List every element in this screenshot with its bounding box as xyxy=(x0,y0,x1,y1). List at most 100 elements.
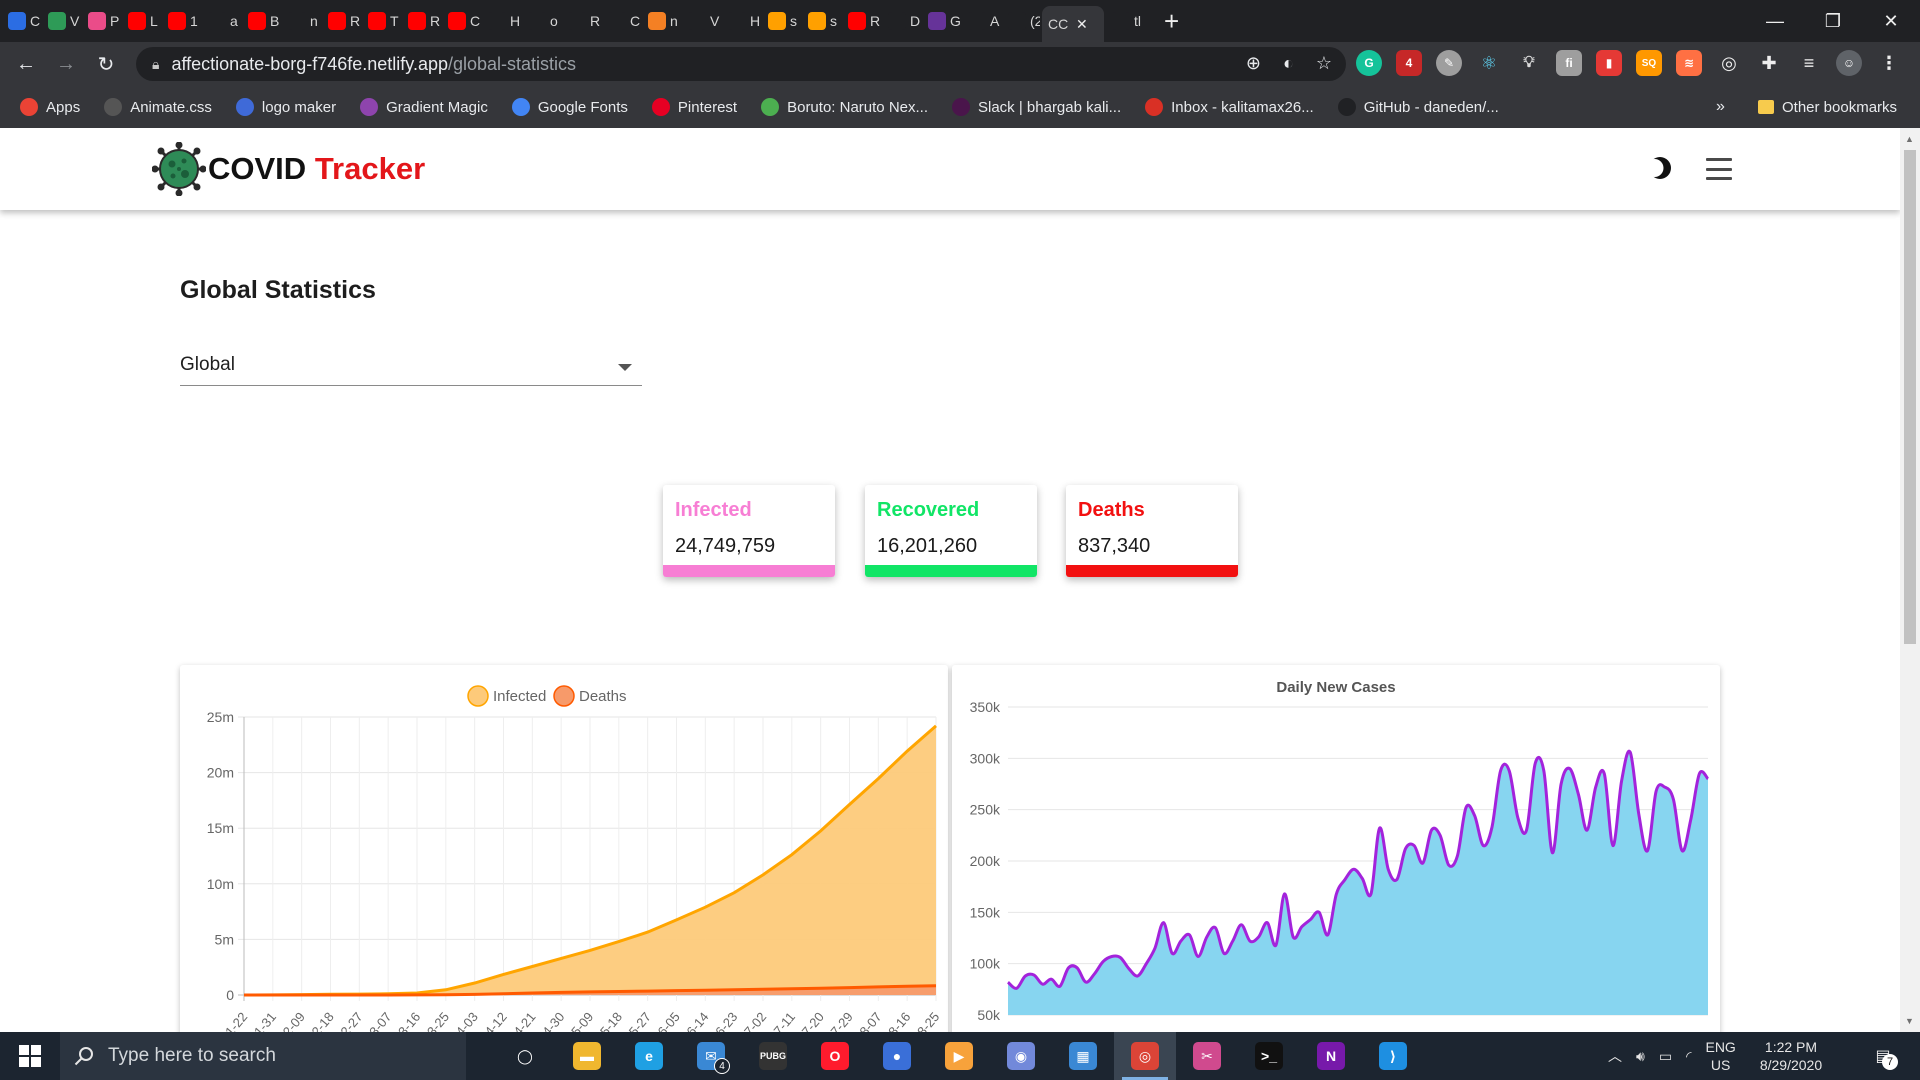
taskbar-app[interactable]: ● xyxy=(866,1032,928,1080)
taskbar-app[interactable]: ⟩ xyxy=(1362,1032,1424,1080)
target-icon[interactable]: ◎ xyxy=(1716,50,1742,76)
dark-mode-toggle-icon[interactable] xyxy=(1646,154,1674,182)
back-button[interactable]: ← xyxy=(8,46,44,82)
hamburger-menu-icon[interactable] xyxy=(1706,158,1732,180)
playlist-icon[interactable]: ≡ xyxy=(1796,50,1822,76)
boruto-icon xyxy=(761,98,780,116)
taskbar-app[interactable]: ✂ xyxy=(1176,1032,1238,1080)
profile-avatar-icon[interactable]: ☺ xyxy=(1836,50,1862,76)
browser-tab[interactable]: V xyxy=(682,6,720,36)
scroll-thumb[interactable] xyxy=(1904,150,1916,644)
browser-tab[interactable]: G xyxy=(922,6,960,36)
taskbar-search[interactable]: Type here to search xyxy=(60,1032,466,1080)
abp-icon[interactable]: 4 xyxy=(1396,50,1422,76)
browser-tab[interactable]: a xyxy=(202,6,240,36)
browser-tab[interactable]: A xyxy=(962,6,1000,36)
browser-tab[interactable]: D xyxy=(882,6,920,36)
bookmark-star-icon[interactable]: ☆ xyxy=(1316,53,1332,74)
restore-button[interactable]: ❐ xyxy=(1804,0,1862,42)
browser-tab[interactable]: n xyxy=(282,6,320,36)
browser-tab[interactable]: T xyxy=(362,6,400,36)
bookmark-item[interactable]: Inbox - kalitamax26... xyxy=(1145,98,1314,116)
taskbar-app[interactable]: O xyxy=(804,1032,866,1080)
new-tab-plus-icon[interactable]: + xyxy=(1164,6,1179,37)
country-select[interactable]: Global xyxy=(180,346,642,386)
taskbar-app[interactable]: ◎ xyxy=(1114,1032,1176,1080)
close-window-button[interactable]: ✕ xyxy=(1862,0,1920,42)
more-bookmarks-chevron-icon[interactable]: » xyxy=(1716,98,1725,116)
font-icon[interactable]: fi xyxy=(1556,50,1582,76)
browser-tab[interactable]: H xyxy=(722,6,760,36)
bookmark-item[interactable]: Slack | bhargab kali... xyxy=(952,98,1121,116)
other-bookmarks-folder[interactable]: Other bookmarks xyxy=(1758,99,1897,116)
taskbar-app[interactable]: ▶ xyxy=(928,1032,990,1080)
bookmark-item[interactable]: Boruto: Naruto Nex... xyxy=(761,98,928,116)
browser-tab[interactable]: (2 xyxy=(1002,6,1040,36)
browser-tab[interactable]: R xyxy=(842,6,880,36)
browser-tab[interactable]: R xyxy=(322,6,360,36)
layers-icon[interactable]: ≋ xyxy=(1676,50,1702,76)
forward-button[interactable]: → xyxy=(48,46,84,82)
browser-tab[interactable]: V xyxy=(42,6,80,36)
active-browser-tab[interactable]: CC ✕ xyxy=(1042,6,1104,42)
hide-eye-icon[interactable]: ◐ xyxy=(1283,53,1294,74)
bookmark-item[interactable]: GitHub - daneden/... xyxy=(1337,98,1499,116)
browser-tab[interactable]: C xyxy=(442,6,480,36)
install-app-icon[interactable]: ⊕ xyxy=(1246,53,1261,74)
bookmark-item[interactable]: Gradient Magic xyxy=(360,98,488,116)
tray-chevron-up-icon[interactable]: ︿ xyxy=(1608,1046,1622,1066)
bookmark-item[interactable]: Google Fonts xyxy=(511,98,628,116)
taskbar-app[interactable]: PUBG xyxy=(742,1032,804,1080)
tab-close-icon[interactable]: ✕ xyxy=(1076,16,1088,33)
lightbulb-icon[interactable]: 💡︎ xyxy=(1516,50,1542,76)
taskbar-app[interactable]: N xyxy=(1300,1032,1362,1080)
brand-link[interactable]: COVID Tracker xyxy=(152,142,425,196)
bookmark-item[interactable]: logo maker xyxy=(235,98,336,116)
notification-center-button[interactable]: ▤ 7 xyxy=(1868,1042,1898,1070)
bookmark-item[interactable]: Animate.css xyxy=(104,98,212,116)
scroll-down-arrow-icon[interactable]: ▼ xyxy=(1905,1016,1914,1026)
taskbar-app[interactable]: ✉ 4 xyxy=(680,1032,742,1080)
wifi-icon[interactable]: ◜ xyxy=(1686,1048,1691,1065)
bookmark-item[interactable]: Apps xyxy=(20,98,80,116)
browser-tab[interactable]: P xyxy=(82,6,120,36)
puzzle-icon[interactable]: ✚ xyxy=(1756,50,1782,76)
browser-tab[interactable]: R xyxy=(562,6,600,36)
tab-title: D xyxy=(910,13,920,29)
taskbar-app[interactable]: >_ xyxy=(1238,1032,1300,1080)
browser-tab[interactable]: C xyxy=(602,6,640,36)
minimize-button[interactable]: — xyxy=(1746,0,1804,42)
browser-tab[interactable]: tl xyxy=(1106,6,1144,36)
browser-tab[interactable]: s xyxy=(762,6,800,36)
scroll-up-arrow-icon[interactable]: ▲ xyxy=(1905,134,1914,144)
browser-tab[interactable]: L xyxy=(122,6,160,36)
reload-button[interactable]: ↻ xyxy=(88,46,124,82)
taskbar-app[interactable]: ◉ xyxy=(990,1032,1052,1080)
browser-tab[interactable]: o xyxy=(522,6,560,36)
browser-tab[interactable]: C xyxy=(2,6,40,36)
sq-icon[interactable]: SQ xyxy=(1636,50,1662,76)
battery-icon[interactable]: ▭ xyxy=(1659,1048,1672,1065)
volume-icon[interactable]: 🔊︎ xyxy=(1636,1048,1645,1065)
browser-tab[interactable]: B xyxy=(242,6,280,36)
pen-icon[interactable]: ✎ xyxy=(1436,50,1462,76)
grammarly-icon[interactable]: G xyxy=(1356,50,1382,76)
clock[interactable]: 1:22 PM 8/29/2020 xyxy=(1760,1038,1822,1074)
start-button[interactable] xyxy=(0,1032,60,1080)
browser-tab[interactable]: s xyxy=(802,6,840,36)
taskbar-app[interactable]: ◯ xyxy=(494,1032,556,1080)
address-bar[interactable]: 🔒︎ affectionate-borg-f746fe.netlify.app /… xyxy=(136,47,1346,81)
language-indicator[interactable]: ENG US xyxy=(1705,1038,1735,1074)
taskbar-app[interactable]: ▬ xyxy=(556,1032,618,1080)
browser-tab[interactable]: R xyxy=(402,6,440,36)
taskbar-app[interactable]: ▦ xyxy=(1052,1032,1114,1080)
page-scrollbar[interactable]: ▲ ▼ xyxy=(1900,128,1920,1032)
taskbar-app[interactable]: e xyxy=(618,1032,680,1080)
react-devtools-icon[interactable]: ⚛ xyxy=(1476,50,1502,76)
kebab-menu-icon[interactable]: ⋮ xyxy=(1876,50,1902,76)
browser-tab[interactable]: H xyxy=(482,6,520,36)
browser-tab[interactable]: n xyxy=(642,6,680,36)
bookmark-item[interactable]: Pinterest xyxy=(651,98,737,116)
pdf-icon[interactable]: ▮ xyxy=(1596,50,1622,76)
browser-tab[interactable]: 1 xyxy=(162,6,200,36)
